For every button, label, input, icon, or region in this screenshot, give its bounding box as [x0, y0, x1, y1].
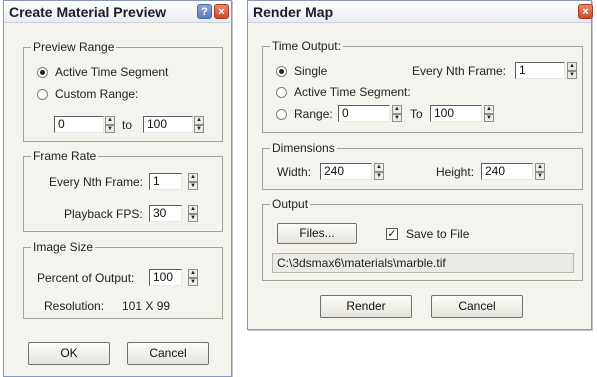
single-radio[interactable]	[276, 66, 287, 77]
range-start-spinner[interactable]: ▲ ▼	[105, 116, 115, 133]
dialog-title: Create Material Preview	[9, 4, 167, 20]
image-size-group: Image Size Percent of Output: 100 ▲ ▼ Re…	[23, 240, 223, 319]
image-size-label: Image Size	[31, 240, 96, 254]
spinner-up-icon[interactable]: ▲	[188, 205, 198, 214]
spinner-down-icon[interactable]: ▼	[567, 70, 577, 79]
resolution-value: 101 X 99	[122, 299, 171, 313]
range-end-field[interactable]: 100	[430, 105, 482, 122]
range-label: Range:	[294, 107, 333, 121]
percent-of-output-label: Percent of Output:	[37, 271, 135, 285]
help-icon[interactable]: ?	[197, 4, 212, 19]
output-group: Output Files... ✓ Save to File C:\3dsmax…	[262, 197, 583, 281]
percent-of-output-spinner[interactable]: ▲ ▼	[188, 269, 198, 286]
every-nth-frame-label: Every Nth Frame:	[49, 175, 144, 189]
spinner-down-icon[interactable]: ▼	[188, 181, 198, 190]
height-field[interactable]: 240	[481, 163, 533, 180]
spinner-down-icon[interactable]: ▼	[188, 213, 198, 222]
range-to-label: to	[122, 118, 133, 132]
save-to-file-label: Save to File	[406, 227, 470, 241]
spinner-up-icon[interactable]: ▲	[105, 116, 115, 125]
spinner-down-icon[interactable]: ▼	[194, 124, 204, 133]
playback-fps-spinner[interactable]: ▲ ▼	[188, 205, 198, 222]
width-spinner[interactable]: ▲ ▼	[374, 163, 384, 180]
spinner-up-icon[interactable]: ▲	[188, 269, 198, 278]
spinner-down-icon[interactable]: ▼	[374, 171, 384, 180]
playback-fps-label: Playback FPS:	[64, 207, 143, 221]
range-start-spinner[interactable]: ▲ ▼	[392, 105, 402, 122]
preview-range-group: Preview Range Active Time Segment Custom…	[23, 40, 223, 142]
dialog-title: Render Map	[253, 4, 334, 20]
range-to-label: To	[410, 107, 423, 121]
every-nth-frame-field[interactable]: 1	[149, 173, 182, 190]
title-bar[interactable]: Create Material Preview ? ×	[4, 1, 231, 23]
spinner-up-icon[interactable]: ▲	[484, 105, 494, 114]
spinner-down-icon[interactable]: ▼	[105, 124, 115, 133]
active-time-segment-radio[interactable]	[276, 87, 287, 98]
custom-range-radio[interactable]	[37, 89, 48, 100]
height-spinner[interactable]: ▲ ▼	[535, 163, 545, 180]
active-time-segment-label: Active Time Segment	[55, 65, 169, 79]
output-path-display: C:\3dsmax6\materials\marble.tif	[272, 253, 574, 273]
range-end-field[interactable]: 100	[143, 116, 193, 133]
every-nth-frame-spinner[interactable]: ▲ ▼	[567, 62, 577, 79]
cancel-button[interactable]: Cancel	[431, 295, 523, 318]
dimensions-group: Dimensions Width: 240 ▲ ▼ Height: 240 ▲ …	[262, 141, 583, 190]
preview-range-label: Preview Range	[31, 40, 117, 54]
range-end-spinner[interactable]: ▲ ▼	[484, 105, 494, 122]
playback-fps-field[interactable]: 30	[149, 205, 182, 222]
range-radio[interactable]	[276, 109, 287, 120]
single-label: Single	[294, 64, 328, 78]
render-map-dialog: Render Map × Time Output: Single Every N…	[247, 0, 593, 330]
active-time-segment-label: Active Time Segment:	[294, 85, 411, 99]
create-material-preview-dialog: Create Material Preview ? × Preview Rang…	[3, 0, 232, 377]
spinner-down-icon[interactable]: ▼	[188, 277, 198, 286]
spinner-up-icon[interactable]: ▲	[392, 105, 402, 114]
resolution-label: Resolution:	[44, 299, 105, 313]
spinner-down-icon[interactable]: ▼	[392, 113, 402, 122]
every-nth-frame-label: Every Nth Frame:	[412, 64, 507, 78]
spinner-up-icon[interactable]: ▲	[567, 62, 577, 71]
active-time-segment-radio[interactable]	[37, 67, 48, 78]
files-button[interactable]: Files...	[277, 223, 357, 244]
spinner-down-icon[interactable]: ▼	[484, 113, 494, 122]
render-button[interactable]: Render	[320, 295, 412, 318]
close-icon[interactable]: ×	[214, 4, 229, 19]
time-output-group: Time Output: Single Every Nth Frame: 1 ▲…	[262, 39, 583, 133]
save-to-file-checkbox[interactable]: ✓	[386, 228, 398, 240]
cancel-button[interactable]: Cancel	[127, 342, 209, 365]
width-label: Width:	[277, 165, 312, 179]
spinner-up-icon[interactable]: ▲	[535, 163, 545, 172]
spinner-down-icon[interactable]: ▼	[535, 171, 545, 180]
close-icon[interactable]: ×	[578, 4, 593, 19]
range-end-spinner[interactable]: ▲ ▼	[194, 116, 204, 133]
spinner-up-icon[interactable]: ▲	[194, 116, 204, 125]
spinner-up-icon[interactable]: ▲	[374, 163, 384, 172]
every-nth-frame-field[interactable]: 1	[515, 62, 565, 79]
height-label: Height:	[436, 165, 475, 179]
frame-rate-label: Frame Rate	[31, 149, 99, 163]
width-field[interactable]: 240	[320, 163, 372, 180]
every-nth-frame-spinner[interactable]: ▲ ▼	[188, 173, 198, 190]
custom-range-label: Custom Range:	[55, 87, 139, 101]
spinner-up-icon[interactable]: ▲	[188, 173, 198, 182]
time-output-label: Time Output:	[270, 39, 343, 53]
range-start-field[interactable]: 0	[338, 105, 390, 122]
range-start-field[interactable]: 0	[54, 116, 104, 133]
title-bar[interactable]: Render Map ×	[248, 1, 593, 23]
ok-button[interactable]: OK	[28, 342, 110, 365]
frame-rate-group: Frame Rate Every Nth Frame: 1 ▲ ▼ Playba…	[23, 149, 223, 232]
output-label: Output	[270, 197, 311, 211]
percent-of-output-field[interactable]: 100	[149, 269, 182, 286]
dimensions-label: Dimensions	[270, 141, 337, 155]
